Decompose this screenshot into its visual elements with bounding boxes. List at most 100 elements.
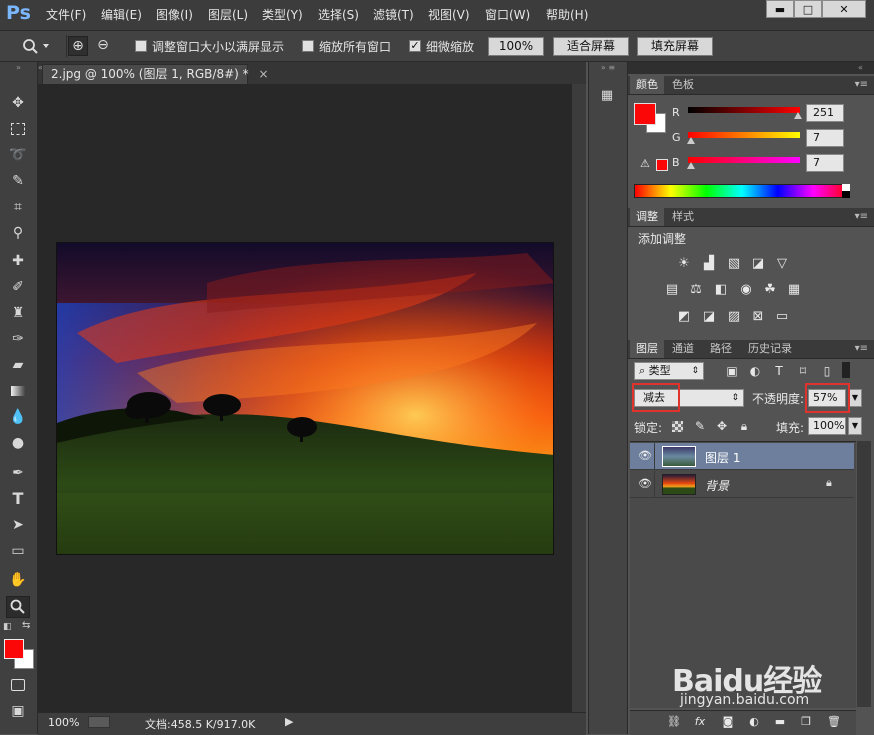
g-slider[interactable] <box>688 132 800 138</box>
opacity-dropdown-icon[interactable]: ▼ <box>848 389 862 407</box>
tab-styles[interactable]: 样式 <box>666 208 700 226</box>
brightness-contrast-icon[interactable]: ☀ <box>676 256 692 272</box>
menu-layer[interactable]: 图层(L) <box>208 6 248 23</box>
b-slider-thumb[interactable] <box>687 162 696 169</box>
zoom-level[interactable]: 100% <box>48 716 79 729</box>
path-selection-tool-icon[interactable]: ➤ <box>8 515 28 535</box>
vertical-scrollbar[interactable] <box>572 84 586 713</box>
foreground-color-swatch[interactable] <box>4 639 24 659</box>
panel-foreground-swatch[interactable] <box>634 103 656 125</box>
layer-style-icon[interactable]: fx <box>692 714 708 730</box>
type-tool-icon[interactable]: T <box>8 489 28 509</box>
document-tab[interactable]: 2.jpg @ 100% (图层 1, RGB/8#) * × <box>42 64 269 84</box>
menu-help[interactable]: 帮助(H) <box>546 6 588 23</box>
screen-mode-icon[interactable]: ▣ <box>8 701 28 721</box>
gradient-tool-icon[interactable] <box>8 381 28 401</box>
tab-history[interactable]: 历史记录 <box>742 340 798 358</box>
status-menu-arrow-icon[interactable]: ▶ <box>285 715 293 728</box>
crop-tool-icon[interactable]: ⌗ <box>8 197 28 217</box>
photo-filter-icon[interactable]: ◉ <box>738 282 754 298</box>
layer-row[interactable]: 👁︎ 背景 🔒︎ <box>630 471 854 498</box>
filter-adjustment-icon[interactable]: ◐ <box>747 363 763 379</box>
lock-pixels-icon[interactable]: ✎ <box>692 418 708 434</box>
minimize-button[interactable]: ▬ <box>766 0 794 18</box>
r-slider[interactable] <box>688 107 800 113</box>
link-layers-icon[interactable]: ⛓ <box>666 714 682 730</box>
tab-layers[interactable]: 图层 <box>630 340 664 358</box>
menu-file[interactable]: 文件(F) <box>46 6 86 23</box>
tab-color[interactable]: 颜色 <box>630 76 664 94</box>
filter-shape-icon[interactable]: ⌑ <box>795 363 811 379</box>
threshold-icon[interactable]: ▨ <box>726 309 742 325</box>
g-value-field[interactable]: 7 <box>806 129 844 147</box>
eyedropper-tool-icon[interactable]: ⚲ <box>8 223 28 243</box>
layer-name[interactable]: 背景 <box>705 477 729 494</box>
menu-view[interactable]: 视图(V) <box>428 6 470 23</box>
fill-screen-button[interactable]: 填充屏幕 <box>637 37 713 56</box>
quick-selection-tool-icon[interactable]: ✎ <box>8 171 28 191</box>
add-mask-icon[interactable]: ◙ <box>720 714 736 730</box>
healing-brush-tool-icon[interactable]: ✚ <box>8 251 28 271</box>
marquee-tool-icon[interactable] <box>8 119 28 139</box>
new-adjustment-layer-icon[interactable]: ◐ <box>746 714 762 730</box>
gamut-color-swatch[interactable] <box>656 159 668 171</box>
color-panel-menu-icon[interactable]: ▾≡ <box>855 76 868 94</box>
zoom-100-button[interactable]: 100% <box>488 37 544 56</box>
zoom-out-icon[interactable]: ⊖ <box>93 36 113 56</box>
tab-channels[interactable]: 通道 <box>666 340 700 358</box>
swap-colors-icon[interactable]: ⇆ <box>22 620 34 632</box>
selective-color-icon[interactable]: ⊠ <box>750 309 766 325</box>
filter-type-icon[interactable]: T <box>771 363 787 379</box>
levels-icon[interactable]: ▟ <box>701 256 717 272</box>
quick-mask-icon[interactable] <box>8 675 28 695</box>
dock-collapse-icon[interactable]: » ≡ <box>590 64 626 72</box>
menu-type[interactable]: 类型(Y) <box>262 6 303 23</box>
close-tab-icon[interactable]: × <box>258 67 268 81</box>
blur-tool-icon[interactable]: 💧 <box>8 407 28 427</box>
delete-layer-icon[interactable]: 🗑︎ <box>826 714 842 730</box>
g-slider-thumb[interactable] <box>687 137 696 144</box>
restore-button[interactable]: □ <box>794 0 822 18</box>
eraser-tool-icon[interactable]: ▰ <box>8 355 28 375</box>
adjustments-panel-menu-icon[interactable]: ▾≡ <box>855 208 868 226</box>
b-slider[interactable] <box>688 157 800 163</box>
hue-saturation-icon[interactable]: ▤ <box>664 282 680 298</box>
visibility-eye-icon[interactable]: 👁︎ <box>638 449 652 462</box>
lasso-tool-icon[interactable]: ➰ <box>8 145 28 165</box>
sunset-landscape-image[interactable] <box>56 242 554 555</box>
visibility-eye-icon[interactable]: 👁︎ <box>638 477 652 490</box>
black-white-icon[interactable]: ◧ <box>713 282 729 298</box>
exposure-icon[interactable]: ◪ <box>750 256 766 272</box>
layers-scrollbar[interactable] <box>857 441 871 707</box>
dodge-tool-icon[interactable]: ● <box>8 433 28 453</box>
close-window-button[interactable]: ✕ <box>822 0 866 18</box>
r-slider-thumb[interactable] <box>793 112 802 119</box>
menu-image[interactable]: 图像(I) <box>156 6 193 23</box>
tab-adjustments[interactable]: 调整 <box>630 208 664 226</box>
panels-collapse-icon[interactable]: « <box>858 63 863 72</box>
hand-tool-icon[interactable]: ✋ <box>8 570 28 590</box>
lock-transparency-icon[interactable] <box>672 421 683 432</box>
filter-smart-object-icon[interactable]: ▯ <box>819 363 835 379</box>
status-preview-icon[interactable] <box>88 716 110 728</box>
fit-screen-button[interactable]: 适合屏幕 <box>553 37 629 56</box>
zoom-all-checkbox[interactable] <box>302 40 314 52</box>
new-group-icon[interactable]: ▬ <box>772 714 788 730</box>
resize-windows-checkbox[interactable] <box>135 40 147 52</box>
layer-filter-select[interactable]: ⌕ 类型 ⇕ <box>634 362 704 380</box>
fill-dropdown-icon[interactable]: ▼ <box>848 417 862 435</box>
gradient-map-icon[interactable]: ▭ <box>774 309 790 325</box>
channel-mixer-icon[interactable]: ☘ <box>762 282 778 298</box>
tab-swatches[interactable]: 色板 <box>666 76 700 94</box>
3d-panel-icon[interactable]: ▦ <box>598 88 616 106</box>
color-lookup-icon[interactable]: ▦ <box>786 282 802 298</box>
layer-row[interactable]: 👁︎ 图层 1 <box>630 443 854 470</box>
out-of-gamut-warning-icon[interactable]: ⚠ <box>640 157 650 170</box>
zoom-tool-preset-icon[interactable] <box>22 38 50 54</box>
invert-icon[interactable]: ◩ <box>676 309 692 325</box>
menu-edit[interactable]: 编辑(E) <box>101 6 142 23</box>
color-spectrum-ramp[interactable] <box>634 184 850 198</box>
fill-field[interactable]: 100% <box>808 417 846 435</box>
color-balance-icon[interactable]: ⚖ <box>688 282 704 298</box>
black-white-ramp[interactable] <box>842 184 850 198</box>
